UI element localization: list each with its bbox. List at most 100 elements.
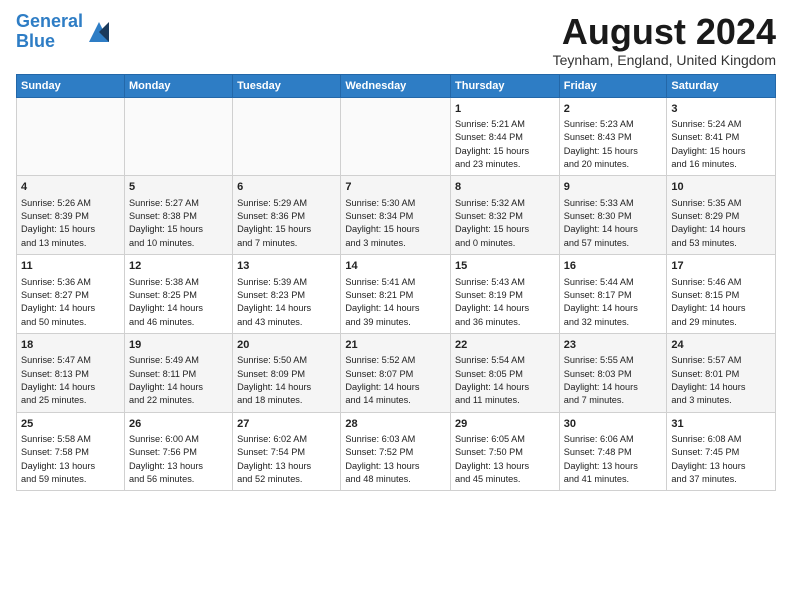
- day-header-monday: Monday: [124, 74, 232, 97]
- calendar-cell: 22Sunrise: 5:54 AMSunset: 8:05 PMDayligh…: [451, 333, 560, 412]
- location-text: Teynham, England, United Kingdom: [553, 52, 776, 68]
- calendar-cell: 6Sunrise: 5:29 AMSunset: 8:36 PMDaylight…: [233, 176, 341, 255]
- day-detail: Sunrise: 5:26 AMSunset: 8:39 PMDaylight:…: [21, 197, 120, 250]
- calendar-cell: 31Sunrise: 6:08 AMSunset: 7:45 PMDayligh…: [667, 412, 776, 491]
- day-number: 28: [345, 417, 446, 432]
- day-number: 26: [129, 417, 228, 432]
- day-number: 8: [455, 180, 555, 195]
- calendar-cell: [233, 97, 341, 176]
- day-header-sunday: Sunday: [17, 74, 125, 97]
- month-title: August 2024: [553, 12, 776, 52]
- day-number: 6: [237, 180, 336, 195]
- calendar-cell: 10 Sunrise: 5:35 AMSunset: 8:29 PMDayligh…: [667, 176, 776, 255]
- day-number: 3: [671, 102, 771, 117]
- logo-icon: [85, 18, 113, 46]
- title-block: August 2024 Teynham, England, United Kin…: [553, 12, 776, 68]
- day-detail: Sunrise: 6:06 AMSunset: 7:48 PMDaylight:…: [564, 433, 663, 486]
- calendar-week-row: 18Sunrise: 5:47 AMSunset: 8:13 PMDayligh…: [17, 333, 776, 412]
- calendar-cell: 12Sunrise: 5:38 AMSunset: 8:25 PMDayligh…: [124, 255, 232, 334]
- calendar-cell: [17, 97, 125, 176]
- calendar-cell: 19Sunrise: 5:49 AMSunset: 8:11 PMDayligh…: [124, 333, 232, 412]
- day-number: 5: [129, 180, 228, 195]
- calendar-header-row: SundayMondayTuesdayWednesdayThursdayFrid…: [17, 74, 776, 97]
- day-detail: Sunrise: 6:08 AMSunset: 7:45 PMDaylight:…: [671, 433, 771, 486]
- day-number: 12: [129, 259, 228, 274]
- logo: GeneralBlue: [16, 12, 113, 52]
- calendar-cell: 15 Sunrise: 5:43 AMSunset: 8:19 PMDayligh…: [451, 255, 560, 334]
- day-detail: Sunrise: 5:39 AMSunset: 8:23 PMDaylight:…: [237, 276, 336, 329]
- calendar-cell: 13Sunrise: 5:39 AMSunset: 8:23 PMDayligh…: [233, 255, 341, 334]
- calendar-cell: 9 Sunrise: 5:33 AMSunset: 8:30 PMDaylight…: [559, 176, 667, 255]
- calendar-week-row: 25Sunrise: 5:58 AMSunset: 7:58 PMDayligh…: [17, 412, 776, 491]
- calendar-cell: 14Sunrise: 5:41 AMSunset: 8:21 PMDayligh…: [341, 255, 451, 334]
- calendar-week-row: 4 Sunrise: 5:26 AMSunset: 8:39 PMDaylight…: [17, 176, 776, 255]
- calendar-cell: 11 Sunrise: 5:36 AMSunset: 8:27 PMDayligh…: [17, 255, 125, 334]
- calendar-cell: 27Sunrise: 6:02 AMSunset: 7:54 PMDayligh…: [233, 412, 341, 491]
- calendar-cell: 28Sunrise: 6:03 AMSunset: 7:52 PMDayligh…: [341, 412, 451, 491]
- day-header-thursday: Thursday: [451, 74, 560, 97]
- day-detail: Sunrise: 5:50 AMSunset: 8:09 PMDaylight:…: [237, 354, 336, 407]
- day-number: 10: [671, 180, 771, 195]
- day-header-wednesday: Wednesday: [341, 74, 451, 97]
- day-detail: Sunrise: 5:21 AMSunset: 8:44 PMDaylight:…: [455, 118, 555, 171]
- calendar-cell: 25Sunrise: 5:58 AMSunset: 7:58 PMDayligh…: [17, 412, 125, 491]
- day-detail: Sunrise: 5:46 AMSunset: 8:15 PMDaylight:…: [671, 276, 771, 329]
- day-detail: Sunrise: 5:54 AMSunset: 8:05 PMDaylight:…: [455, 354, 555, 407]
- calendar-cell: 20Sunrise: 5:50 AMSunset: 8:09 PMDayligh…: [233, 333, 341, 412]
- day-detail: Sunrise: 5:30 AMSunset: 8:34 PMDaylight:…: [345, 197, 446, 250]
- day-number: 23: [564, 338, 663, 353]
- day-header-friday: Friday: [559, 74, 667, 97]
- calendar-cell: 1Sunrise: 5:21 AMSunset: 8:44 PMDaylight…: [451, 97, 560, 176]
- calendar-cell: 8 Sunrise: 5:32 AMSunset: 8:32 PMDaylight…: [451, 176, 560, 255]
- day-detail: Sunrise: 6:05 AMSunset: 7:50 PMDaylight:…: [455, 433, 555, 486]
- day-number: 15: [455, 259, 555, 274]
- day-number: 25: [21, 417, 120, 432]
- calendar-cell: 5 Sunrise: 5:27 AMSunset: 8:38 PMDaylight…: [124, 176, 232, 255]
- day-number: 29: [455, 417, 555, 432]
- calendar-cell: 16 Sunrise: 5:44 AMSunset: 8:17 PMDayligh…: [559, 255, 667, 334]
- calendar-week-row: 11 Sunrise: 5:36 AMSunset: 8:27 PMDayligh…: [17, 255, 776, 334]
- day-detail: Sunrise: 5:58 AMSunset: 7:58 PMDaylight:…: [21, 433, 120, 486]
- day-detail: Sunrise: 5:36 AMSunset: 8:27 PMDaylight:…: [21, 276, 120, 329]
- day-detail: Sunrise: 5:49 AMSunset: 8:11 PMDaylight:…: [129, 354, 228, 407]
- day-detail: Sunrise: 5:44 AMSunset: 8:17 PMDaylight:…: [564, 276, 663, 329]
- day-number: 11: [21, 259, 120, 274]
- calendar-cell: 30Sunrise: 6:06 AMSunset: 7:48 PMDayligh…: [559, 412, 667, 491]
- day-detail: Sunrise: 6:02 AMSunset: 7:54 PMDaylight:…: [237, 433, 336, 486]
- day-number: 18: [21, 338, 120, 353]
- logo-text: GeneralBlue: [16, 12, 83, 52]
- calendar-cell: 21Sunrise: 5:52 AMSunset: 8:07 PMDayligh…: [341, 333, 451, 412]
- day-detail: Sunrise: 5:43 AMSunset: 8:19 PMDaylight:…: [455, 276, 555, 329]
- calendar-week-row: 1Sunrise: 5:21 AMSunset: 8:44 PMDaylight…: [17, 97, 776, 176]
- calendar-cell: 4 Sunrise: 5:26 AMSunset: 8:39 PMDaylight…: [17, 176, 125, 255]
- day-number: 17: [671, 259, 771, 274]
- day-number: 22: [455, 338, 555, 353]
- calendar-cell: 2Sunrise: 5:23 AMSunset: 8:43 PMDaylight…: [559, 97, 667, 176]
- calendar-header: GeneralBlue August 2024 Teynham, England…: [16, 12, 776, 68]
- calendar-cell: 17 Sunrise: 5:46 AMSunset: 8:15 PMDayligh…: [667, 255, 776, 334]
- day-number: 24: [671, 338, 771, 353]
- day-number: 4: [21, 180, 120, 195]
- day-detail: Sunrise: 5:32 AMSunset: 8:32 PMDaylight:…: [455, 197, 555, 250]
- day-detail: Sunrise: 5:35 AMSunset: 8:29 PMDaylight:…: [671, 197, 771, 250]
- day-number: 16: [564, 259, 663, 274]
- calendar-cell: 3Sunrise: 5:24 AMSunset: 8:41 PMDaylight…: [667, 97, 776, 176]
- day-number: 19: [129, 338, 228, 353]
- day-detail: Sunrise: 5:27 AMSunset: 8:38 PMDaylight:…: [129, 197, 228, 250]
- day-detail: Sunrise: 5:33 AMSunset: 8:30 PMDaylight:…: [564, 197, 663, 250]
- day-detail: Sunrise: 5:57 AMSunset: 8:01 PMDaylight:…: [671, 354, 771, 407]
- calendar-table: SundayMondayTuesdayWednesdayThursdayFrid…: [16, 74, 776, 492]
- day-detail: Sunrise: 5:47 AMSunset: 8:13 PMDaylight:…: [21, 354, 120, 407]
- calendar-cell: 29Sunrise: 6:05 AMSunset: 7:50 PMDayligh…: [451, 412, 560, 491]
- day-number: 7: [345, 180, 446, 195]
- day-number: 9: [564, 180, 663, 195]
- day-number: 31: [671, 417, 771, 432]
- calendar-cell: 24Sunrise: 5:57 AMSunset: 8:01 PMDayligh…: [667, 333, 776, 412]
- day-detail: Sunrise: 6:00 AMSunset: 7:56 PMDaylight:…: [129, 433, 228, 486]
- day-number: 20: [237, 338, 336, 353]
- calendar-cell: 7 Sunrise: 5:30 AMSunset: 8:34 PMDaylight…: [341, 176, 451, 255]
- day-detail: Sunrise: 5:52 AMSunset: 8:07 PMDaylight:…: [345, 354, 446, 407]
- day-number: 2: [564, 102, 663, 117]
- calendar-container: GeneralBlue August 2024 Teynham, England…: [0, 0, 792, 501]
- day-number: 27: [237, 417, 336, 432]
